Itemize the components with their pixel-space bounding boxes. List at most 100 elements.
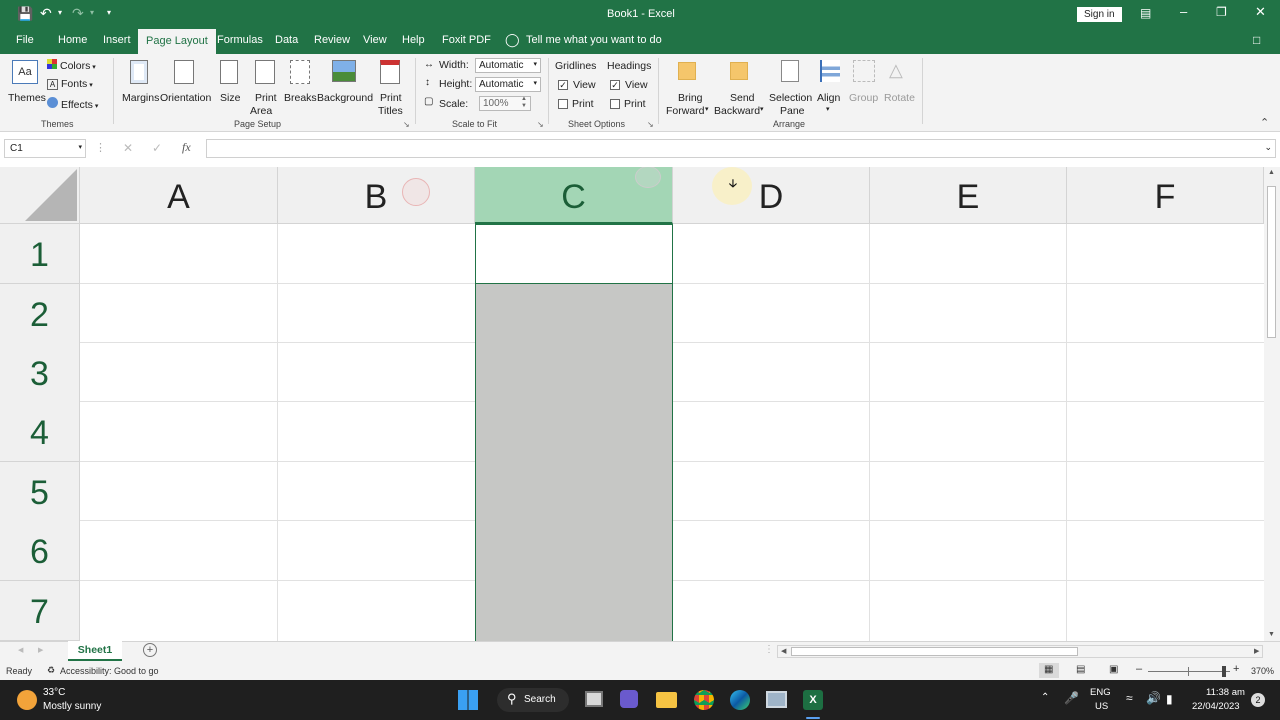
tab-review[interactable]: Review (314, 34, 350, 46)
themes-button[interactable]: Aa Themes (8, 58, 46, 112)
gridlines-view-checkbox[interactable]: ✓ (558, 80, 568, 90)
undo-dropdown-icon[interactable]: ▾ (58, 8, 62, 17)
breaks-button[interactable]: Breaks (284, 58, 317, 114)
language-indicator-1[interactable]: ENG (1090, 687, 1111, 698)
microphone-icon[interactable]: 🎤 (1064, 691, 1079, 705)
next-sheet-icon[interactable]: ▶ (38, 646, 43, 654)
column-header-e[interactable]: E (870, 167, 1067, 224)
tell-me-search[interactable]: Tell me what you want to do (526, 34, 662, 46)
column-header-d[interactable]: D (673, 167, 870, 224)
page-layout-view-icon[interactable]: ▤ (1076, 664, 1085, 675)
battery-icon[interactable]: ▮ (1166, 692, 1173, 706)
tab-view[interactable]: View (363, 34, 387, 46)
zoom-out-icon[interactable]: – (1136, 663, 1142, 675)
new-sheet-icon[interactable]: + (143, 643, 157, 657)
status-accessibility[interactable]: Accessibility: Good to go (60, 666, 159, 676)
row-header-2[interactable]: 2 (0, 284, 80, 344)
row-header-4[interactable]: 4 (0, 402, 80, 462)
comments-icon[interactable]: □ (1253, 33, 1260, 47)
sign-in-button[interactable]: Sign in (1077, 7, 1122, 22)
insert-function-icon[interactable]: fx (182, 140, 191, 155)
headings-print-checkbox[interactable] (610, 99, 620, 109)
taskbar-search-button[interactable]: ⚲ Search (497, 688, 569, 712)
align-button[interactable]: Align ▾ (817, 58, 843, 118)
scroll-up-icon[interactable]: ▲ (1268, 169, 1275, 176)
notification-badge[interactable]: 2 (1251, 693, 1265, 707)
customize-toolbar-icon[interactable]: ▾ (107, 8, 111, 17)
bring-forward-button[interactable]: Bring Forward ▾ (665, 58, 713, 118)
enter-icon[interactable]: ✓ (152, 141, 162, 155)
scroll-right-icon[interactable]: ▶ (1254, 647, 1259, 655)
save-icon[interactable]: 💾 (17, 6, 33, 22)
print-area-button[interactable]: Print Area (250, 58, 280, 118)
clock-time[interactable]: 11:38 am (1206, 687, 1245, 698)
formula-input[interactable]: ⌄ (206, 139, 1276, 158)
cancel-icon[interactable]: ✕ (123, 141, 133, 155)
effects-button[interactable]: Effects ▾ (47, 97, 98, 111)
name-box[interactable]: C1 ▾ (4, 139, 86, 158)
sheet-options-launcher-icon[interactable]: ↘ (647, 120, 654, 129)
chrome-icon[interactable] (694, 690, 714, 710)
row-header-7[interactable]: 7 (0, 581, 80, 641)
minimize-icon[interactable]: – (1180, 4, 1187, 19)
selection-pane-button[interactable]: Selection Pane (769, 58, 813, 118)
width-dropdown[interactable]: Automatic ▾ (475, 58, 541, 73)
vertical-scrollbar[interactable]: ▲ ▼ (1264, 167, 1280, 641)
vertical-scroll-thumb[interactable] (1267, 186, 1276, 338)
send-backward-button[interactable]: Send Backward ▾ (714, 58, 768, 118)
zoom-slider-thumb[interactable] (1222, 666, 1226, 677)
page-break-view-icon[interactable]: ▣ (1109, 664, 1118, 675)
screen-capture-icon[interactable] (766, 691, 787, 708)
active-cell-c1[interactable] (475, 224, 673, 284)
teams-chat-icon[interactable] (620, 690, 638, 708)
gridlines-print-checkbox[interactable] (558, 99, 568, 109)
zoom-in-icon[interactable]: + (1233, 663, 1239, 675)
column-header-f[interactable]: F (1067, 167, 1264, 224)
task-view-icon[interactable] (585, 691, 603, 707)
column-header-b[interactable]: B (278, 167, 475, 224)
volume-icon[interactable]: 🔊 (1146, 691, 1161, 705)
scale-launcher-icon[interactable]: ↘ (537, 120, 544, 129)
select-all-button[interactable] (0, 167, 80, 224)
tab-data[interactable]: Data (275, 34, 298, 46)
scroll-left-icon[interactable]: ◀ (781, 647, 786, 655)
tab-formulas[interactable]: Formulas (217, 34, 263, 46)
horizontal-scrollbar[interactable]: ◀ ▶ (777, 645, 1263, 658)
maximize-icon[interactable]: ❐ (1216, 5, 1227, 19)
prev-sheet-icon[interactable]: ◀ (18, 646, 23, 654)
redo-icon[interactable]: ↷ (72, 5, 84, 22)
expand-formula-bar-icon[interactable]: ⌄ (1264, 142, 1272, 153)
redo-dropdown-icon[interactable]: ▾ (90, 8, 94, 17)
horizontal-scroll-thumb[interactable] (791, 647, 1078, 656)
excel-taskbar-icon[interactable]: X (803, 690, 823, 710)
undo-icon[interactable]: ↶ (40, 5, 52, 22)
page-setup-launcher-icon[interactable]: ↘ (403, 120, 410, 129)
row-header-1[interactable]: 1 (0, 224, 80, 284)
row-header-3[interactable]: 3 (0, 343, 80, 403)
size-button[interactable]: Size (218, 58, 242, 114)
background-button[interactable]: Background (317, 58, 373, 114)
show-hidden-icons-icon[interactable]: ⌃ (1041, 692, 1049, 703)
sheet-tab-sheet1[interactable]: Sheet1 (68, 641, 122, 661)
file-explorer-icon[interactable] (656, 692, 677, 708)
edge-icon[interactable] (730, 690, 750, 710)
colors-button[interactable]: Colors ▾ (47, 59, 96, 72)
column-header-a[interactable]: A (80, 167, 278, 224)
scroll-down-icon[interactable]: ▼ (1268, 631, 1275, 638)
weather-desc[interactable]: Mostly sunny (43, 701, 101, 712)
tab-home[interactable]: Home (58, 34, 87, 46)
orientation-button[interactable]: Orientation (160, 58, 212, 114)
wifi-icon[interactable]: ≈ (1126, 691, 1133, 705)
scale-spinner[interactable]: 100% ▲ ▼ (479, 96, 531, 111)
worksheet-grid[interactable]: A B C D E F 1 2 3 4 5 6 7 🡣 (0, 167, 1264, 641)
print-titles-button[interactable]: Print Titles (377, 58, 405, 118)
zoom-level[interactable]: 370% (1251, 666, 1274, 676)
tab-insert[interactable]: Insert (103, 34, 131, 46)
weather-temp[interactable]: 33°C (43, 687, 65, 698)
fonts-button[interactable]: A Fonts ▾ (47, 78, 93, 90)
headings-view-checkbox[interactable]: ✓ (610, 80, 620, 90)
normal-view-button[interactable]: ▦ (1039, 663, 1059, 678)
zoom-slider[interactable] (1148, 671, 1230, 672)
group-button[interactable]: Group (849, 58, 879, 118)
collapse-ribbon-icon[interactable]: ⌃ (1260, 116, 1269, 129)
